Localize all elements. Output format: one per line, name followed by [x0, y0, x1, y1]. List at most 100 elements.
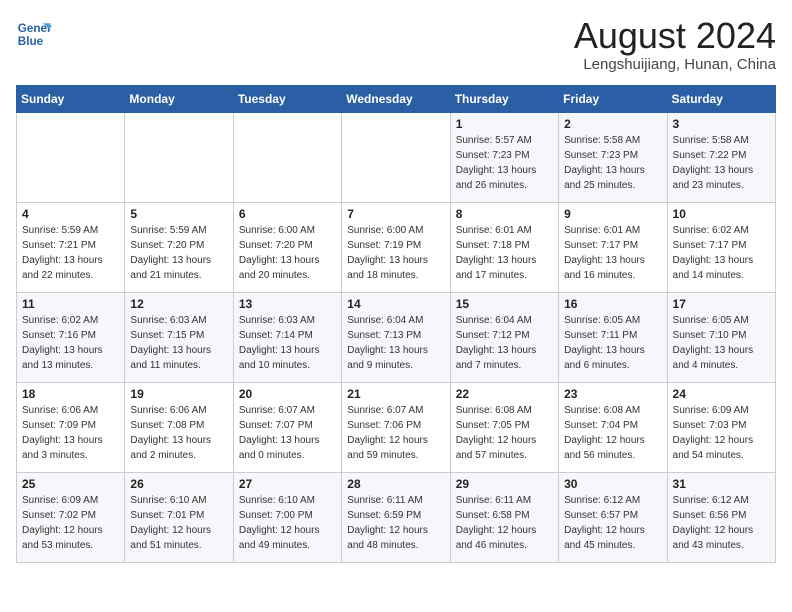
- day-info: Sunrise: 6:10 AM Sunset: 7:00 PM Dayligh…: [239, 493, 336, 553]
- day-number: 19: [130, 387, 227, 401]
- day-number: 2: [564, 117, 661, 131]
- col-header-wednesday: Wednesday: [342, 85, 450, 112]
- logo: General Blue: [16, 16, 52, 52]
- month-title: August 2024: [574, 16, 776, 56]
- calendar-cell: 18Sunrise: 6:06 AM Sunset: 7:09 PM Dayli…: [17, 382, 125, 472]
- day-info: Sunrise: 6:00 AM Sunset: 7:19 PM Dayligh…: [347, 223, 444, 283]
- calendar-cell: 19Sunrise: 6:06 AM Sunset: 7:08 PM Dayli…: [125, 382, 233, 472]
- calendar-cell: 20 Sunrise: 6:07 AM Sunset: 7:07 PM Dayli…: [233, 382, 341, 472]
- calendar-cell: 8 Sunrise: 6:01 AM Sunset: 7:18 PM Daylig…: [450, 202, 558, 292]
- calendar-cell: 15 Sunrise: 6:04 AM Sunset: 7:12 PM Dayli…: [450, 292, 558, 382]
- day-number: 15: [456, 297, 553, 311]
- day-number: 1: [456, 117, 553, 131]
- day-number: 13: [239, 297, 336, 311]
- col-header-monday: Monday: [125, 85, 233, 112]
- day-info: Sunrise: 6:07 AM Sunset: 7:06 PM Dayligh…: [347, 403, 444, 463]
- day-info: Sunrise: 6:10 AM Sunset: 7:01 PM Dayligh…: [130, 493, 227, 553]
- day-number: 5: [130, 207, 227, 221]
- day-number: 27: [239, 477, 336, 491]
- calendar-table: SundayMondayTuesdayWednesdayThursdayFrid…: [16, 85, 776, 563]
- calendar-cell: 31Sunrise: 6:12 AM Sunset: 6:56 PM Dayli…: [667, 472, 775, 562]
- calendar-cell: 1 Sunrise: 5:57 AM Sunset: 7:23 PM Daylig…: [450, 112, 558, 202]
- calendar-cell: 17 Sunrise: 6:05 AM Sunset: 7:10 PM Dayli…: [667, 292, 775, 382]
- calendar-cell: 12Sunrise: 6:03 AM Sunset: 7:15 PM Dayli…: [125, 292, 233, 382]
- day-info: Sunrise: 6:02 AM Sunset: 7:16 PM Dayligh…: [22, 313, 119, 373]
- col-header-thursday: Thursday: [450, 85, 558, 112]
- col-header-tuesday: Tuesday: [233, 85, 341, 112]
- day-info: Sunrise: 5:59 AM Sunset: 7:20 PM Dayligh…: [130, 223, 227, 283]
- day-number: 16: [564, 297, 661, 311]
- title-block: August 2024 Lengshuijiang, Hunan, China: [574, 16, 776, 73]
- day-info: Sunrise: 6:05 AM Sunset: 7:11 PM Dayligh…: [564, 313, 661, 373]
- day-info: Sunrise: 6:01 AM Sunset: 7:18 PM Dayligh…: [456, 223, 553, 283]
- location: Lengshuijiang, Hunan, China: [574, 56, 776, 73]
- day-info: Sunrise: 5:58 AM Sunset: 7:23 PM Dayligh…: [564, 133, 661, 193]
- calendar-cell: 6 Sunrise: 6:00 AM Sunset: 7:20 PM Daylig…: [233, 202, 341, 292]
- day-number: 30: [564, 477, 661, 491]
- day-info: Sunrise: 6:00 AM Sunset: 7:20 PM Dayligh…: [239, 223, 336, 283]
- day-info: Sunrise: 5:59 AM Sunset: 7:21 PM Dayligh…: [22, 223, 119, 283]
- day-info: Sunrise: 6:02 AM Sunset: 7:17 PM Dayligh…: [673, 223, 770, 283]
- day-number: 24: [673, 387, 770, 401]
- day-number: 17: [673, 297, 770, 311]
- col-header-friday: Friday: [559, 85, 667, 112]
- day-info: Sunrise: 6:11 AM Sunset: 6:59 PM Dayligh…: [347, 493, 444, 553]
- day-info: Sunrise: 6:09 AM Sunset: 7:02 PM Dayligh…: [22, 493, 119, 553]
- day-number: 26: [130, 477, 227, 491]
- svg-text:Blue: Blue: [18, 35, 44, 48]
- day-number: 7: [347, 207, 444, 221]
- day-number: 12: [130, 297, 227, 311]
- day-number: 8: [456, 207, 553, 221]
- calendar-cell: 13Sunrise: 6:03 AM Sunset: 7:14 PM Dayli…: [233, 292, 341, 382]
- calendar-cell: 7 Sunrise: 6:00 AM Sunset: 7:19 PM Daylig…: [342, 202, 450, 292]
- week-row-3: 11Sunrise: 6:02 AM Sunset: 7:16 PM Dayli…: [17, 292, 776, 382]
- calendar-cell: 14Sunrise: 6:04 AM Sunset: 7:13 PM Dayli…: [342, 292, 450, 382]
- calendar-cell: [125, 112, 233, 202]
- week-row-2: 4 Sunrise: 5:59 AM Sunset: 7:21 PM Daylig…: [17, 202, 776, 292]
- calendar-cell: 10 Sunrise: 6:02 AM Sunset: 7:17 PM Dayli…: [667, 202, 775, 292]
- day-number: 10: [673, 207, 770, 221]
- day-info: Sunrise: 6:12 AM Sunset: 6:56 PM Dayligh…: [673, 493, 770, 553]
- day-number: 9: [564, 207, 661, 221]
- day-number: 6: [239, 207, 336, 221]
- calendar-cell: 9Sunrise: 6:01 AM Sunset: 7:17 PM Daylig…: [559, 202, 667, 292]
- day-number: 14: [347, 297, 444, 311]
- day-info: Sunrise: 6:08 AM Sunset: 7:04 PM Dayligh…: [564, 403, 661, 463]
- day-number: 21: [347, 387, 444, 401]
- day-number: 20: [239, 387, 336, 401]
- calendar-header-row: SundayMondayTuesdayWednesdayThursdayFrid…: [17, 85, 776, 112]
- day-number: 4: [22, 207, 119, 221]
- day-info: Sunrise: 6:05 AM Sunset: 7:10 PM Dayligh…: [673, 313, 770, 373]
- day-info: Sunrise: 6:08 AM Sunset: 7:05 PM Dayligh…: [456, 403, 553, 463]
- day-number: 29: [456, 477, 553, 491]
- calendar-cell: 4 Sunrise: 5:59 AM Sunset: 7:21 PM Daylig…: [17, 202, 125, 292]
- day-number: 18: [22, 387, 119, 401]
- calendar-cell: 26 Sunrise: 6:10 AM Sunset: 7:01 PM Dayli…: [125, 472, 233, 562]
- day-info: Sunrise: 6:07 AM Sunset: 7:07 PM Dayligh…: [239, 403, 336, 463]
- calendar-cell: 30 Sunrise: 6:12 AM Sunset: 6:57 PM Dayli…: [559, 472, 667, 562]
- day-info: Sunrise: 6:11 AM Sunset: 6:58 PM Dayligh…: [456, 493, 553, 553]
- calendar-cell: 2 Sunrise: 5:58 AM Sunset: 7:23 PM Daylig…: [559, 112, 667, 202]
- week-row-4: 18Sunrise: 6:06 AM Sunset: 7:09 PM Dayli…: [17, 382, 776, 472]
- calendar-cell: [342, 112, 450, 202]
- day-number: 22: [456, 387, 553, 401]
- logo-icon: General Blue: [16, 16, 52, 52]
- calendar-cell: 25 Sunrise: 6:09 AM Sunset: 7:02 PM Dayli…: [17, 472, 125, 562]
- calendar-cell: 11Sunrise: 6:02 AM Sunset: 7:16 PM Dayli…: [17, 292, 125, 382]
- day-number: 25: [22, 477, 119, 491]
- calendar-cell: [233, 112, 341, 202]
- col-header-sunday: Sunday: [17, 85, 125, 112]
- calendar-cell: 24 Sunrise: 6:09 AM Sunset: 7:03 PM Dayli…: [667, 382, 775, 472]
- day-number: 28: [347, 477, 444, 491]
- day-info: Sunrise: 6:09 AM Sunset: 7:03 PM Dayligh…: [673, 403, 770, 463]
- week-row-1: 1 Sunrise: 5:57 AM Sunset: 7:23 PM Daylig…: [17, 112, 776, 202]
- calendar-cell: 21 Sunrise: 6:07 AM Sunset: 7:06 PM Dayli…: [342, 382, 450, 472]
- week-row-5: 25 Sunrise: 6:09 AM Sunset: 7:02 PM Dayli…: [17, 472, 776, 562]
- calendar-cell: 28 Sunrise: 6:11 AM Sunset: 6:59 PM Dayli…: [342, 472, 450, 562]
- day-info: Sunrise: 6:04 AM Sunset: 7:12 PM Dayligh…: [456, 313, 553, 373]
- calendar-cell: 27 Sunrise: 6:10 AM Sunset: 7:00 PM Dayli…: [233, 472, 341, 562]
- day-info: Sunrise: 5:57 AM Sunset: 7:23 PM Dayligh…: [456, 133, 553, 193]
- day-info: Sunrise: 5:58 AM Sunset: 7:22 PM Dayligh…: [673, 133, 770, 193]
- day-info: Sunrise: 6:12 AM Sunset: 6:57 PM Dayligh…: [564, 493, 661, 553]
- calendar-cell: 3Sunrise: 5:58 AM Sunset: 7:22 PM Daylig…: [667, 112, 775, 202]
